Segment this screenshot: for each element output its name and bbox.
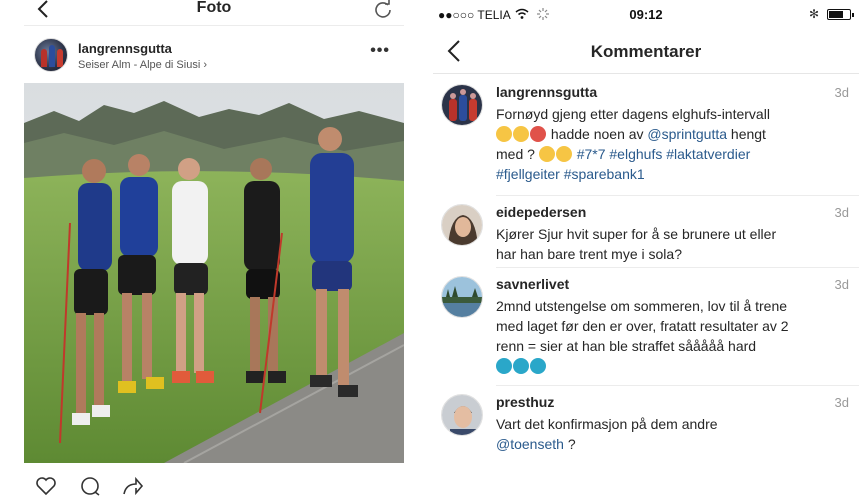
refresh-icon[interactable] [374,0,392,18]
avatar[interactable] [441,276,483,318]
more-options-icon[interactable]: ••• [370,42,390,60]
comment-line: med ? #7*7 #elghufs #laktatverdier [496,144,841,164]
avatar[interactable] [441,84,483,126]
post-photo[interactable] [24,83,404,463]
comment-line: @toenseth ? [496,434,841,454]
battery-icon [827,9,854,20]
share-icon[interactable] [120,474,144,498]
group-photo-image [24,83,404,463]
comment-line [496,356,841,376]
status-time: 09:12 [629,7,663,22]
comment-text: Fornøyd gjeng etter dagens elghufs-inter… [496,104,841,184]
comment-item: langrennsgutta 3d Fornøyd gjeng etter da… [433,76,859,196]
post-location[interactable]: Seiser Alm - Alpe di Siusi › [78,59,207,71]
comment-text: 2mnd utstengelse om sommeren, lov til å … [496,296,841,376]
crying-laughing-icon [496,358,512,374]
comment-line: renn = sier at han ble straffet sååååå h… [496,338,757,354]
comment-line: Kjører Sjur hvit super for å se brunere … [496,226,777,242]
avatar[interactable] [34,38,68,72]
comment-fragment: ? [567,436,576,452]
comment-item: savnerlivet 3d 2mnd utstengelse om somme… [433,268,859,386]
page-title: Foto [196,0,232,16]
hashtag-links[interactable]: #7*7 #elghufs #laktatverdier [577,146,751,162]
avatar[interactable] [441,394,483,436]
post-actions [34,474,234,498]
photo-nav-bar: Foto [24,0,404,26]
comment-line: 2mnd utstengelse om sommeren, lov til å … [496,298,788,314]
crying-laughing-icon [513,358,529,374]
crying-laughing-icon [530,358,546,374]
mention-link[interactable]: @toenseth [496,436,564,452]
comment-fragment: med ? [496,146,535,162]
angry-face-icon [496,126,512,142]
comment-username[interactable]: eidepedersen [496,204,586,220]
bluetooth-icon: ✻ [808,7,819,21]
thinking-face-icon [555,146,572,162]
comment-fragment: hadde noen av [550,126,644,142]
comment-text: Vart det konfirmasjon på dem andre @toen… [496,414,841,454]
page-title: Kommentarer [590,42,702,61]
post-username[interactable]: langrennsgutta [78,41,172,56]
comments-panel: ●●○○○ TELIA 09:12 ✻ Kommentarer langrenn… [433,0,859,500]
comment-item: eidepedersen 3d Kjører Sjur hvit super f… [433,196,859,268]
comment-age: 3d [834,85,849,100]
comment-fragment: hengt [730,126,766,142]
comment-line: har han bare trent mye i sola? [496,246,682,262]
comment-line: Vart det konfirmasjon på dem andre [496,416,718,432]
comment-line: hadde noen av @sprintgutta hengt [496,124,841,144]
hugging-face-icon [513,126,529,142]
comment-icon[interactable] [78,474,102,498]
comment-line: med laget før den er over, fratatt resul… [496,318,789,334]
comment-username[interactable]: presthuz [496,394,554,410]
post-header: langrennsgutta Seiser Alm - Alpe di Sius… [24,34,404,78]
comment-age: 3d [834,277,849,292]
chevron-right-icon: › [203,59,208,71]
avatar[interactable] [441,204,483,246]
comment-line: Fornøyd gjeng etter dagens elghufs-inter… [496,106,770,122]
comment-age: 3d [834,205,849,220]
comment-age: 3d [834,395,849,410]
hashtag-links[interactable]: #fjellgeiter #sparebank1 [496,164,841,184]
photo-view-panel: Foto langrennsgutta Seiser Alm - Alpe di… [24,0,404,500]
mention-link[interactable]: @sprintgutta [647,126,727,142]
comments-nav-bar: Kommentarer [433,30,859,74]
comment-text: Kjører Sjur hvit super for å se brunere … [496,224,841,264]
dancer-icon [530,126,546,142]
heart-icon[interactable] [34,474,58,498]
status-bar: ●●○○○ TELIA 09:12 ✻ [433,0,859,26]
comment-username[interactable]: langrennsgutta [496,84,597,100]
comment-item: presthuz 3d Vart det konfirmasjon på dem… [433,386,859,466]
comment-username[interactable]: savnerlivet [496,276,569,292]
grinning-face-icon [538,146,555,162]
location-text: Seiser Alm - Alpe di Siusi [78,59,201,71]
